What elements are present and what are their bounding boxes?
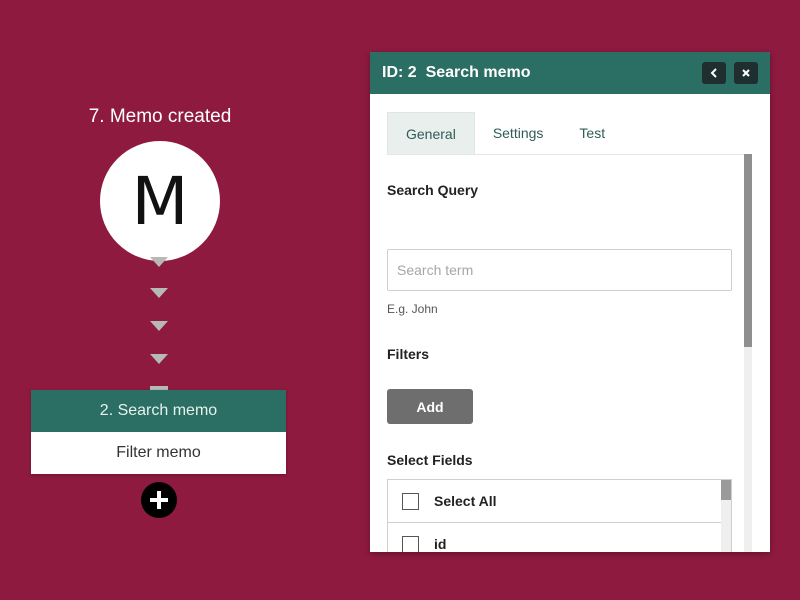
select-fields-label: Select Fields [387, 452, 473, 468]
tab-bar: General Settings Test [387, 112, 749, 155]
panel-scrollbar[interactable] [744, 154, 752, 552]
search-query-label: Search Query [387, 182, 479, 198]
add-step-button[interactable] [141, 482, 177, 518]
field-label: id [434, 536, 447, 552]
chevron-left-icon [710, 68, 717, 78]
workspace-canvas: 7. Memo created M 2. Search memo Filter … [0, 0, 800, 600]
select-all-checkbox[interactable] [402, 492, 419, 510]
step-filter-memo[interactable]: Filter memo [31, 432, 286, 474]
node-letter: M [131, 162, 189, 240]
close-button[interactable] [734, 62, 758, 84]
arrow-down-icon [150, 257, 168, 267]
memo-node[interactable]: M [100, 141, 220, 261]
step-settings-panel: ID: 2 Search memo General Settings Test … [370, 52, 770, 552]
arrow-down-icon [150, 354, 168, 364]
id-checkbox[interactable] [402, 535, 419, 552]
panel-body: General Settings Test Search Query E.g. … [370, 94, 770, 552]
field-label: Select All [434, 493, 497, 509]
tab-general[interactable]: General [387, 112, 475, 154]
back-button[interactable] [702, 62, 726, 84]
arrow-down-icon [150, 321, 168, 331]
step-search-memo[interactable]: 2. Search memo [31, 390, 286, 432]
field-list-scrollbar[interactable] [721, 480, 731, 552]
tab-settings[interactable]: Settings [475, 112, 562, 154]
step-menu: 2. Search memo Filter memo [31, 390, 286, 474]
search-query-input[interactable] [387, 249, 732, 291]
add-filter-button[interactable]: Add [387, 389, 473, 424]
field-row-id: id [388, 523, 721, 552]
panel-header: ID: 2 Search memo [370, 52, 770, 94]
search-query-hint: E.g. John [387, 302, 438, 316]
panel-title: ID: 2 Search memo [382, 64, 531, 81]
field-row-select-all: Select All [388, 480, 721, 523]
close-icon [742, 69, 750, 77]
arrow-down-icon [150, 288, 168, 298]
plus-icon [150, 491, 168, 509]
field-list: Select All id [387, 479, 732, 552]
node-title: 7. Memo created [88, 106, 232, 127]
field-list-scroll-thumb[interactable] [721, 480, 731, 500]
panel-scroll-thumb[interactable] [744, 154, 752, 347]
tab-test[interactable]: Test [561, 112, 623, 154]
filters-label: Filters [387, 346, 430, 362]
